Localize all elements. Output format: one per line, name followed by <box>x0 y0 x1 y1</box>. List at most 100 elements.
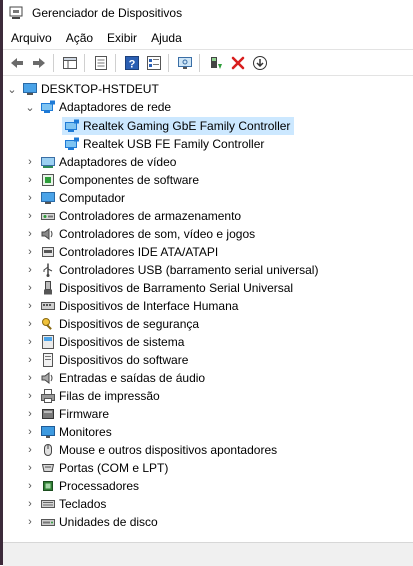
expand-chevron-icon[interactable]: › <box>24 495 36 513</box>
menu-bar: Arquivo Ação Exibir Ajuda <box>3 28 413 48</box>
window-title: Gerenciador de Dispositivos <box>32 6 183 20</box>
forward-button[interactable] <box>29 53 49 73</box>
category-network-adapters[interactable]: ⌄ Adaptadores de rede <box>24 98 171 116</box>
category-unidades-de-disco[interactable]: › Unidades de disco <box>24 513 158 531</box>
expand-chevron-icon[interactable]: › <box>24 333 36 351</box>
category-controladores-usb-barramento-serial-universal[interactable]: › Controladores USB (barramento serial un… <box>24 261 318 279</box>
category-teclados[interactable]: › Teclados <box>24 495 106 513</box>
expand-chevron-icon[interactable]: › <box>24 153 36 171</box>
expand-chevron-icon[interactable]: › <box>24 369 36 387</box>
expand-chevron-icon[interactable]: › <box>24 423 36 441</box>
device-realtek-usb[interactable]: Realtek USB FE Family Controller <box>62 135 264 153</box>
category-label: Adaptadores de vídeo <box>59 155 177 169</box>
expand-chevron-icon[interactable]: › <box>24 441 36 459</box>
device-tree: ⌄ DESKTOP-HSTDEUT ⌄ Adaptadores de rede … <box>3 77 413 539</box>
processor-icon <box>40 478 56 494</box>
expand-chevron-icon[interactable]: › <box>24 477 36 495</box>
category-label: Monitores <box>59 425 112 439</box>
uninstall-icon <box>231 56 245 69</box>
network-adapter-icon <box>64 136 80 152</box>
details-button[interactable] <box>144 53 164 73</box>
category-dispositivos-de-interface-humana[interactable]: › Dispositivos de Interface Humana <box>24 297 238 315</box>
category-controladores-de-armazenamento[interactable]: › Controladores de armazenamento <box>24 207 241 225</box>
category-label: Controladores USB (barramento serial uni… <box>59 263 319 277</box>
category-label: Dispositivos de Barramento Serial Univer… <box>59 281 294 295</box>
menu-arquivo[interactable]: Arquivo <box>3 31 59 45</box>
display-adapter-icon <box>40 154 56 170</box>
category-entradas-e-saidas-de-audio[interactable]: › Entradas e saídas de áudio <box>24 369 205 387</box>
expand-chevron-icon[interactable]: › <box>24 279 36 297</box>
svg-text:?: ? <box>129 58 136 70</box>
expand-chevron-icon[interactable]: › <box>24 225 36 243</box>
forward-icon <box>33 57 45 68</box>
ide-icon <box>40 244 56 260</box>
menu-acao[interactable]: Ação <box>59 31 100 45</box>
category-monitores[interactable]: › Monitores <box>24 423 112 441</box>
expand-chevron-icon[interactable]: › <box>24 297 36 315</box>
device-manager-icon <box>9 6 23 19</box>
category-controladores-de-som-video-e-jogos[interactable]: › Controladores de som, vídeo e jogos <box>24 225 255 243</box>
category-computador[interactable]: › Computador <box>24 189 125 207</box>
firmware-icon <box>40 406 56 422</box>
expand-chevron-icon[interactable]: › <box>24 459 36 477</box>
category-controladores-ide-ata-atapi[interactable]: › Controladores IDE ATA/ATAPI <box>24 243 218 261</box>
expand-chevron-icon[interactable]: › <box>24 207 36 225</box>
toolbar-separator <box>168 53 169 72</box>
network-adapter-icon <box>64 118 80 134</box>
category-dispositivos-de-sistema[interactable]: › Dispositivos de sistema <box>24 333 184 351</box>
expand-chevron-icon[interactable]: › <box>24 405 36 423</box>
monitor-icon <box>40 424 56 440</box>
help-icon: ? <box>125 55 139 70</box>
tree-root[interactable]: ⌄ DESKTOP-HSTDEUT <box>6 80 158 98</box>
download-icon <box>253 55 267 70</box>
uninstall-button[interactable] <box>228 53 248 73</box>
category-portas-com-e-lpt[interactable]: › Portas (COM e LPT) <box>24 459 168 477</box>
category-filas-de-impressao[interactable]: › Filas de impressão <box>24 387 160 405</box>
usb-icon <box>40 262 56 278</box>
title-bar: Gerenciador de Dispositivos <box>3 0 413 26</box>
expand-chevron-icon[interactable]: › <box>24 171 36 189</box>
device-realtek-gaming[interactable]: Realtek Gaming GbE Family Controller <box>62 117 295 135</box>
category-componentes-de-software[interactable]: › Componentes de software <box>24 171 199 189</box>
menu-ajuda[interactable]: Ajuda <box>144 31 189 45</box>
expand-chevron-icon[interactable]: › <box>24 315 36 333</box>
category-dispositivos-do-software[interactable]: › Dispositivos do software <box>24 351 188 369</box>
category-label: Dispositivos de sistema <box>59 335 185 349</box>
properties-view-button[interactable] <box>60 53 80 73</box>
category-label: Firmware <box>59 407 109 421</box>
printer-icon <box>40 388 56 404</box>
expand-chevron-icon[interactable]: › <box>24 243 36 261</box>
update-driver-icon <box>211 56 222 69</box>
category-processadores[interactable]: › Processadores <box>24 477 139 495</box>
security-key-icon <box>40 316 56 332</box>
expand-chevron-icon[interactable]: › <box>24 351 36 369</box>
expand-chevron-icon[interactable]: ⌄ <box>6 80 18 98</box>
category-label: Dispositivos do software <box>59 353 189 367</box>
category-mouse-e-outros-dispositivos-apontadores[interactable]: › Mouse e outros dispositivos apontadores <box>24 441 277 459</box>
toolbar-separator <box>84 53 85 72</box>
category-dispositivos-de-barramento-serial-universal[interactable]: › Dispositivos de Barramento Serial Unive… <box>24 279 293 297</box>
toolbar-separator <box>115 53 116 72</box>
computer-icon <box>22 81 38 97</box>
device-label: Realtek Gaming GbE Family Controller <box>83 119 291 133</box>
expand-chevron-icon[interactable]: › <box>24 189 36 207</box>
scan-hardware-button[interactable] <box>175 53 195 73</box>
category-label: Portas (COM e LPT) <box>59 461 169 475</box>
list-button[interactable] <box>91 53 111 73</box>
expand-chevron-icon[interactable]: ⌄ <box>24 98 36 116</box>
back-button[interactable] <box>7 53 27 73</box>
category-label: Controladores de armazenamento <box>59 209 242 223</box>
category-firmware[interactable]: › Firmware <box>24 405 109 423</box>
menu-exibir[interactable]: Exibir <box>100 31 144 45</box>
hid-icon <box>40 298 56 314</box>
category-label: Entradas e saídas de áudio <box>59 371 206 385</box>
expand-chevron-icon[interactable]: › <box>24 513 36 531</box>
update-driver-button[interactable] <box>206 53 226 73</box>
category-dispositivos-de-seguranca[interactable]: › Dispositivos de segurança <box>24 315 199 333</box>
category-adaptadores-de-video[interactable]: › Adaptadores de vídeo <box>24 153 176 171</box>
expand-chevron-icon[interactable]: › <box>24 261 36 279</box>
download-button[interactable] <box>250 53 270 73</box>
help-button[interactable]: ? <box>122 53 142 73</box>
storage-controller-icon <box>40 208 56 224</box>
expand-chevron-icon[interactable]: › <box>24 387 36 405</box>
